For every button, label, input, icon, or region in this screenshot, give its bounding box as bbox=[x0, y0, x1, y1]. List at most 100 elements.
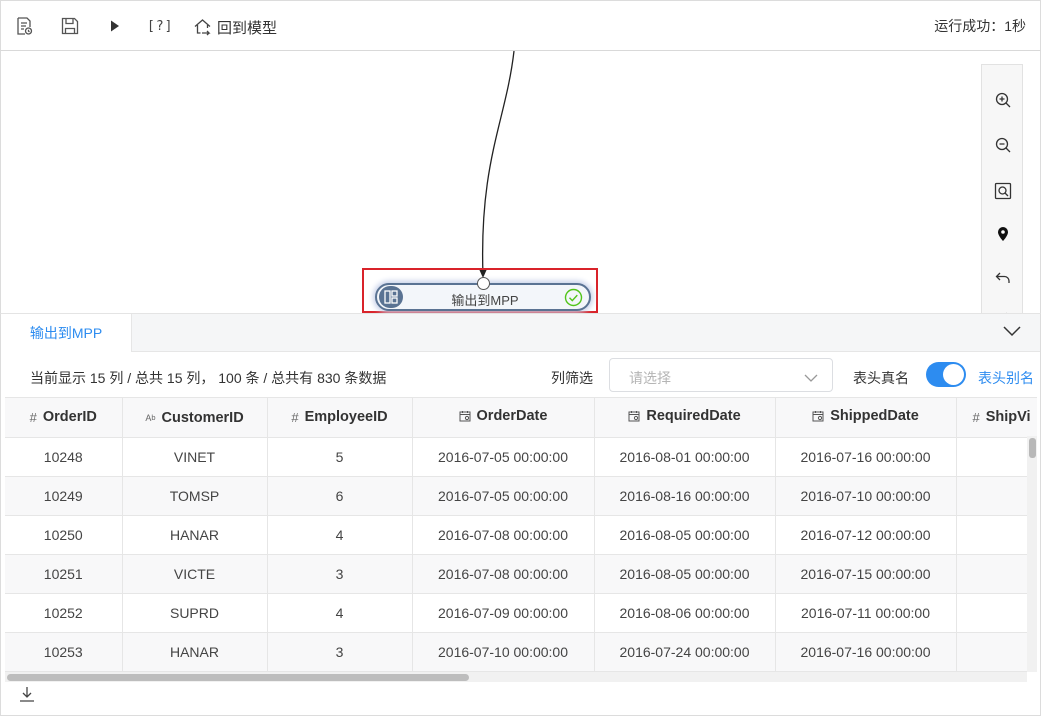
table-cell: 2016-07-15 00:00:00 bbox=[775, 554, 957, 594]
table-cell: 1 bbox=[956, 554, 1037, 594]
column-header[interactable]: # ShipVi bbox=[956, 398, 1037, 438]
table-cell: 2016-07-11 00:00:00 bbox=[775, 593, 957, 633]
header-alias-label[interactable]: 表头别名 bbox=[978, 368, 1034, 388]
locate-pin-icon[interactable] bbox=[992, 223, 1014, 245]
data-table-container: # OrderID Ab CustomerID # EmployeeID OrderD… bbox=[5, 397, 1037, 672]
number-type-icon: # bbox=[29, 409, 37, 425]
data-table: # OrderID Ab CustomerID # EmployeeID OrderD… bbox=[5, 398, 1037, 672]
column-filter-placeholder: 请选择 bbox=[629, 370, 671, 386]
vertical-scrollbar-thumb[interactable] bbox=[1029, 438, 1036, 458]
table-cell: SUPRD bbox=[122, 593, 268, 633]
table-cell: 2016-08-05 00:00:00 bbox=[594, 554, 776, 594]
table-cell: 10250 bbox=[5, 515, 123, 555]
collapse-chevron-icon[interactable] bbox=[1002, 324, 1022, 341]
save-icon[interactable] bbox=[60, 13, 80, 39]
zoom-out-icon[interactable] bbox=[992, 134, 1014, 156]
table-cell: VICTE bbox=[122, 554, 268, 594]
table-cell: HANAR bbox=[122, 632, 268, 672]
flow-canvas[interactable]: 输出到MPP bbox=[0, 51, 1041, 313]
table-cell: 2016-07-05 00:00:00 bbox=[412, 476, 595, 516]
table-cell: 10252 bbox=[5, 593, 123, 633]
table-cell: 2016-07-12 00:00:00 bbox=[775, 515, 957, 555]
table-cell: 2 bbox=[956, 515, 1037, 555]
table-cell: 10249 bbox=[5, 476, 123, 516]
vertical-scrollbar[interactable] bbox=[1027, 436, 1037, 672]
calendar-icon bbox=[459, 410, 471, 422]
column-header[interactable]: Ab CustomerID bbox=[122, 398, 268, 438]
zoom-in-icon[interactable] bbox=[992, 89, 1014, 111]
table-cell: 2016-07-10 00:00:00 bbox=[412, 632, 595, 672]
table-cell: 3 bbox=[267, 554, 413, 594]
table-cell: 10251 bbox=[5, 554, 123, 594]
calendar-icon bbox=[628, 410, 640, 422]
table-row[interactable]: 10248 VINET 5 2016-07-05 00:00:00 2016-08-01… bbox=[5, 437, 1037, 477]
table-cell: 2016-07-08 00:00:00 bbox=[412, 554, 595, 594]
success-check-icon bbox=[564, 288, 583, 310]
column-header[interactable]: # EmployeeID bbox=[267, 398, 413, 438]
data-summary: 当前显示 15 列 / 总共 15 列， 100 条 / 总共有 830 条数据 bbox=[30, 370, 387, 386]
table-header-row: # OrderID Ab CustomerID # EmployeeID OrderD… bbox=[5, 398, 1037, 438]
table-cell: TOMSP bbox=[122, 476, 268, 516]
table-row[interactable]: 10253 HANAR 3 2016-07-10 00:00:00 2016-07-24… bbox=[5, 632, 1037, 672]
table-cell: 2016-07-10 00:00:00 bbox=[775, 476, 957, 516]
table-cell: 2016-07-08 00:00:00 bbox=[412, 515, 595, 555]
table-row[interactable]: 10251 VICTE 3 2016-07-08 00:00:00 2016-08-05… bbox=[5, 554, 1037, 594]
number-type-icon: # bbox=[291, 409, 299, 425]
header-name-toggle[interactable] bbox=[926, 362, 966, 387]
column-header[interactable]: # OrderID bbox=[5, 398, 123, 438]
table-cell: 4 bbox=[267, 593, 413, 633]
tab-output-mpp[interactable]: 输出到MPP bbox=[1, 314, 132, 352]
table-cell: 10248 bbox=[5, 437, 123, 477]
column-filter-select[interactable]: 请选择 bbox=[609, 358, 833, 392]
table-cell: 2016-08-16 00:00:00 bbox=[594, 476, 776, 516]
table-cell: 2016-07-09 00:00:00 bbox=[412, 593, 595, 633]
table-cell: 2016-07-05 00:00:00 bbox=[412, 437, 595, 477]
table-cell: 3 bbox=[267, 632, 413, 672]
calendar-icon bbox=[812, 410, 824, 422]
table-cell: VINET bbox=[122, 437, 268, 477]
column-header[interactable]: OrderDate bbox=[412, 398, 595, 438]
table-cell: 4 bbox=[267, 515, 413, 555]
column-header[interactable]: ShippedDate bbox=[775, 398, 957, 438]
column-header[interactable]: RequiredDate bbox=[594, 398, 776, 438]
table-cell: 6 bbox=[267, 476, 413, 516]
column-filter-label: 列筛选 bbox=[551, 370, 593, 386]
help-button[interactable]: [?] bbox=[147, 13, 173, 39]
table-cell: 2016-07-16 00:00:00 bbox=[775, 437, 957, 477]
node-input-port[interactable] bbox=[477, 277, 490, 290]
table-cell: 1 bbox=[956, 476, 1037, 516]
table-cell: 2 bbox=[956, 593, 1037, 633]
header-real-name-label: 表头真名 bbox=[853, 370, 909, 386]
string-type-icon: Ab bbox=[145, 412, 156, 423]
table-cell: 2 bbox=[956, 632, 1037, 672]
table-cell: 2016-08-05 00:00:00 bbox=[594, 515, 776, 555]
table-row[interactable]: 10252 SUPRD 4 2016-07-09 00:00:00 2016-08-06… bbox=[5, 593, 1037, 633]
run-icon[interactable] bbox=[107, 13, 123, 39]
table-cell: 5 bbox=[267, 437, 413, 477]
table-row[interactable]: 10249 TOMSP 6 2016-07-05 00:00:00 2016-08-16… bbox=[5, 476, 1037, 516]
table-cell: 2016-08-06 00:00:00 bbox=[594, 593, 776, 633]
table-row[interactable]: 10250 HANAR 4 2016-07-08 00:00:00 2016-08-05… bbox=[5, 515, 1037, 555]
undo-icon[interactable] bbox=[992, 267, 1014, 289]
table-cell: 2016-07-16 00:00:00 bbox=[775, 632, 957, 672]
run-status: 运行成功：1秒 bbox=[934, 18, 1026, 34]
home-return-icon bbox=[194, 19, 211, 36]
zoom-toolbar bbox=[981, 64, 1023, 313]
table-cell: 2016-07-24 00:00:00 bbox=[594, 632, 776, 672]
properties-icon[interactable] bbox=[14, 13, 34, 39]
table-cell: 10253 bbox=[5, 632, 123, 672]
chevron-down-icon bbox=[804, 370, 818, 386]
table-cell: 3 bbox=[956, 437, 1037, 477]
data-preview-panel: 输出到MPP 当前显示 15 列 / 总共 15 列， 100 条 / 总共有 … bbox=[0, 313, 1041, 716]
download-icon[interactable] bbox=[18, 685, 36, 706]
back-to-model-button[interactable]: 回到模型 bbox=[193, 14, 277, 40]
node-label: 输出到MPP bbox=[451, 293, 519, 308]
panel-tabbar: 输出到MPP bbox=[1, 314, 1040, 352]
back-to-model-label: 回到模型 bbox=[217, 19, 278, 37]
table-cell: 2016-08-01 00:00:00 bbox=[594, 437, 776, 477]
table-cell: HANAR bbox=[122, 515, 268, 555]
toolbar: [?] 回到模型 运行成功：1秒 bbox=[0, 0, 1041, 51]
fit-view-icon[interactable] bbox=[992, 180, 1014, 202]
toggle-knob bbox=[943, 364, 964, 385]
horizontal-scrollbar-thumb[interactable] bbox=[7, 674, 469, 681]
